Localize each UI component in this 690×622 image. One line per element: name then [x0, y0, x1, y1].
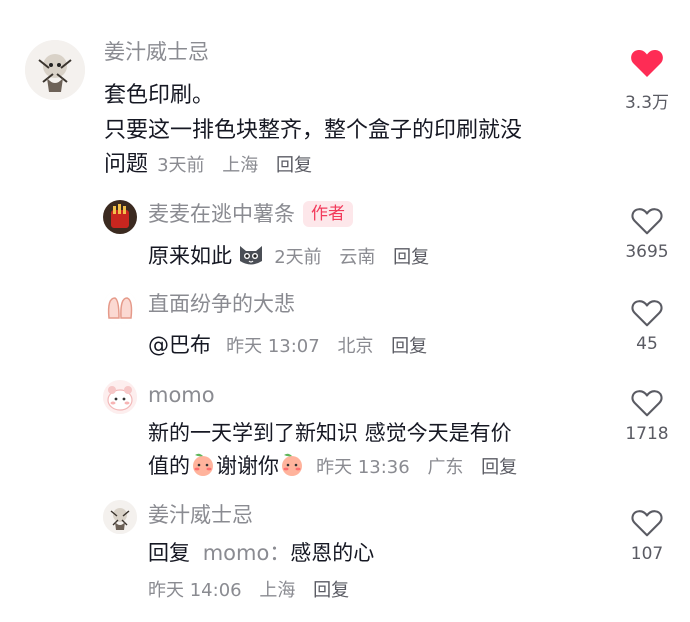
like-button[interactable]: 45 — [612, 298, 682, 354]
username[interactable]: momo — [148, 381, 215, 409]
username[interactable]: 麦麦在逃中薯条 — [148, 202, 295, 226]
comment-text: 原来如此 — [148, 244, 232, 268]
comment-text-line: 只要这一排色块整齐，整个盒子的印刷就没 — [104, 118, 523, 143]
avatar[interactable] — [25, 40, 85, 100]
comment-text-line: 新的一天学到了新知识 感觉今天是有价 — [148, 421, 512, 445]
heart-filled-icon — [631, 49, 663, 77]
mention-link[interactable]: @巴布 — [148, 333, 211, 357]
heart-outline-icon — [631, 300, 663, 327]
comment-text: 感恩的心 — [290, 541, 375, 565]
like-button[interactable]: 3695 — [612, 206, 682, 262]
comment-time: 昨天 13:36 — [316, 457, 410, 478]
reply-button[interactable]: 回复 — [313, 580, 349, 601]
avatar[interactable] — [103, 380, 137, 414]
comment-text-fragment: 谢谢你 — [216, 454, 279, 478]
comment-time: 2天前 — [274, 247, 322, 268]
avatar[interactable] — [103, 500, 137, 534]
comment-location: 上海 — [222, 155, 259, 176]
author-badge: 作者 — [303, 201, 353, 227]
comment-location: 云南 — [339, 247, 376, 268]
like-count: 45 — [636, 334, 658, 354]
like-button[interactable]: 1718 — [612, 388, 682, 444]
comment-text-line: 套色印刷。 — [104, 83, 215, 108]
heart-outline-icon — [631, 208, 663, 235]
username[interactable]: 姜汁威士忌 — [104, 38, 209, 66]
like-count: 3.3万 — [624, 93, 670, 113]
reply-button[interactable]: 回复 — [276, 155, 312, 176]
comment-time: 昨天 14:06 — [148, 580, 242, 601]
avatar[interactable] — [103, 290, 137, 324]
comment-time: 昨天 13:07 — [226, 336, 320, 357]
like-count: 107 — [630, 544, 664, 564]
heart-outline-icon — [631, 390, 663, 417]
username[interactable]: 直面纷争的大悲 — [148, 290, 295, 318]
like-button[interactable]: 107 — [612, 508, 682, 564]
heart-outline-icon — [631, 510, 663, 537]
comment-location: 上海 — [259, 580, 296, 601]
like-button[interactable]: 3.3万 — [612, 48, 682, 113]
reply-button[interactable]: 回复 — [393, 247, 429, 268]
comment-time: 3天前 — [157, 155, 205, 176]
reply-button[interactable]: 回复 — [391, 336, 427, 357]
username[interactable]: 姜汁威士忌 — [148, 501, 253, 529]
reply-button[interactable]: 回复 — [481, 457, 517, 478]
peach-blush-emoji — [279, 451, 305, 481]
reply-prefix: 回复 — [148, 541, 190, 565]
comment-text-fragment: 值的 — [148, 454, 190, 478]
comment-location: 广东 — [427, 457, 464, 478]
reply-target[interactable]: momo： — [203, 541, 291, 565]
peach-blush-emoji — [190, 451, 216, 481]
avatar[interactable] — [103, 200, 137, 234]
comment-text-line: 问题 — [104, 152, 149, 177]
comment-location: 北京 — [337, 336, 374, 357]
like-count: 1718 — [625, 424, 669, 444]
cat-face-emoji — [237, 241, 265, 271]
like-count: 3695 — [625, 242, 669, 262]
